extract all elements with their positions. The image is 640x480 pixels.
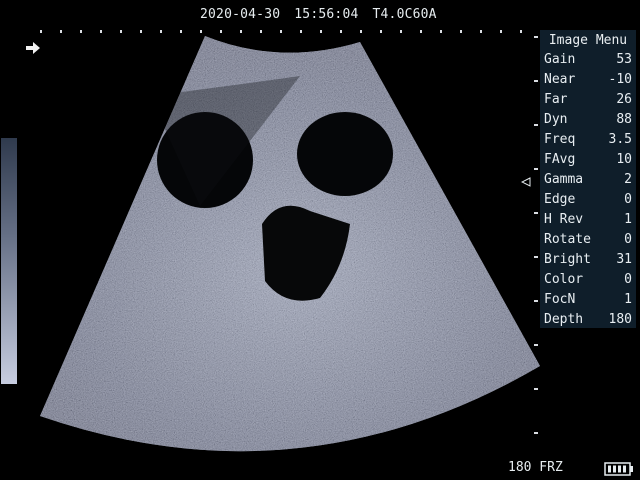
menu-item-label: Near: [544, 72, 576, 87]
menu-item-label: Dyn: [544, 112, 568, 127]
menu-item-value: 88: [616, 112, 632, 127]
menu-item-h-rev[interactable]: H Rev 1: [540, 210, 636, 230]
menu-item-value: 1: [624, 212, 632, 227]
probe-name: T4.0C60A: [372, 7, 437, 22]
focus-triangle-icon: [521, 177, 531, 187]
menu-item-value: 0: [624, 232, 632, 247]
menu-item-label: Color: [544, 272, 584, 287]
menu-item-gamma[interactable]: Gamma 2: [540, 170, 636, 190]
ultrasound-screen: 2020-04-30 15:56:04 T4.0C60A Image Menu …: [0, 0, 640, 480]
menu-item-label: Edge: [544, 192, 576, 207]
menu-item-value: 2: [624, 172, 632, 187]
exam-time: 15:56:04: [294, 7, 359, 22]
top-bar: 2020-04-30 15:56:04 T4.0C60A: [0, 0, 640, 30]
menu-item-value: 26: [616, 92, 632, 107]
menu-item-label: Bright: [544, 252, 591, 267]
menu-item-color[interactable]: Color 0: [540, 270, 636, 290]
menu-item-dyn[interactable]: Dyn 88: [540, 110, 636, 130]
menu-item-value: 10: [616, 152, 632, 167]
menu-item-focn[interactable]: FocN 1: [540, 290, 636, 310]
ultrasound-image: [40, 36, 540, 452]
bottom-status: 180 FRZ: [508, 460, 563, 475]
menu-item-freq[interactable]: Freq 3.5: [540, 130, 636, 150]
menu-title: Image Menu: [548, 33, 628, 48]
menu-item-rotate[interactable]: Rotate 0: [540, 230, 636, 250]
battery-icon: [604, 462, 633, 476]
menu-item-value: 53: [616, 52, 632, 67]
menu-item-far[interactable]: Far 26: [540, 90, 636, 110]
menu-item-label: Rotate: [544, 232, 591, 247]
menu-item-edge[interactable]: Edge 0: [540, 190, 636, 210]
gray-scale-bar: [1, 138, 17, 384]
menu-item-label: Depth: [544, 312, 584, 327]
menu-list: Gain 53 Near -10 Far 26 Dyn 88 Freq 3.5 FAvg 1…: [540, 50, 636, 330]
menu-item-value: -10: [608, 72, 632, 87]
exam-date: 2020-04-30: [200, 7, 281, 22]
menu-item-depth[interactable]: Depth 180: [540, 310, 636, 330]
menu-item-favg[interactable]: FAvg 10: [540, 150, 636, 170]
menu-item-label: FAvg: [544, 152, 576, 167]
menu-item-label: Gamma: [544, 172, 584, 187]
menu-item-label: Freq: [544, 132, 576, 147]
menu-item-value: 0: [624, 272, 632, 287]
menu-item-value: 3.5: [608, 132, 632, 147]
menu-item-label: FocN: [544, 292, 576, 307]
menu-item-label: H Rev: [544, 212, 584, 227]
menu-item-near[interactable]: Near -10: [540, 70, 636, 90]
menu-item-value: 1: [624, 292, 632, 307]
menu-item-value: 180: [608, 312, 632, 327]
image-menu[interactable]: Image Menu Gain 53 Near -10 Far 26 Dyn 88 Fr…: [540, 30, 636, 328]
menu-item-bright[interactable]: Bright 31: [540, 250, 636, 270]
menu-item-gain[interactable]: Gain 53: [540, 50, 636, 70]
menu-item-value: 0: [624, 192, 632, 207]
menu-item-label: Far: [544, 92, 568, 107]
menu-item-label: Gain: [544, 52, 576, 67]
top-info: 2020-04-30 15:56:04 T4.0C60A: [200, 7, 451, 22]
menu-item-value: 31: [616, 252, 632, 267]
